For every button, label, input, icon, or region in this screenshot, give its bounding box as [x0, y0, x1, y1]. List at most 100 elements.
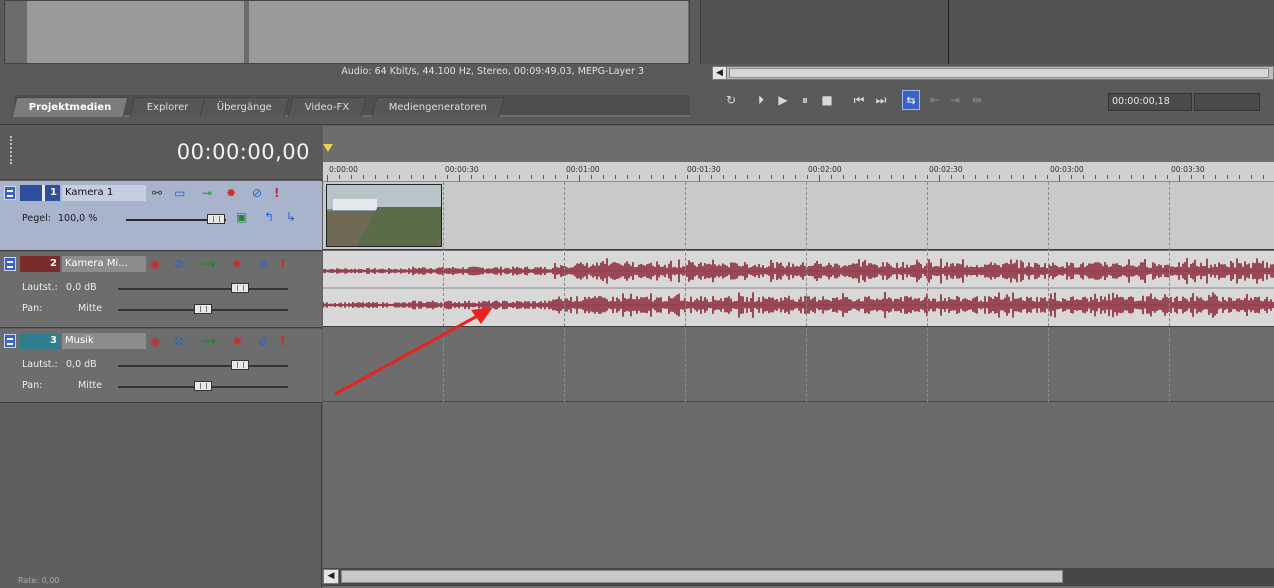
track-collapse-icon[interactable]	[4, 257, 16, 271]
volume-label: Lautst.:	[22, 282, 58, 293]
ruler-tick	[1215, 175, 1216, 179]
tab-explorer[interactable]: Explorer	[129, 97, 207, 117]
arm-record-icon[interactable]: ◉	[150, 255, 160, 273]
ruler-tick	[567, 175, 568, 179]
tab-video-fx[interactable]: Video-FX	[287, 97, 367, 117]
media-thumbnail[interactable]	[249, 1, 689, 63]
track-motion-icon[interactable]: ⊸	[202, 184, 212, 202]
play-from-start-icon[interactable]: ⏵	[752, 90, 770, 110]
volume-slider[interactable]	[118, 288, 288, 290]
track-icons-2: ▣ ↰ ↳	[236, 208, 316, 226]
scroll-left-arrow-icon[interactable]: ◀	[713, 67, 727, 79]
track-header-kamera-mikro[interactable]: 2 Kamera Mi... ◉ ⊘ ⊸▾ ✹ ⊘ ! Lautst.: 0,0…	[0, 252, 322, 328]
volume-slider-knob[interactable]	[231, 283, 250, 293]
ruler-tick	[867, 175, 868, 179]
pan-label: Pan:	[22, 380, 43, 391]
volume-slider[interactable]	[118, 365, 288, 367]
invert-phase-icon[interactable]: ⊘	[174, 255, 184, 273]
envelope-icon[interactable]: ⊸▾	[200, 332, 216, 350]
cursor-timecode[interactable]: 00:00:00,00	[177, 140, 310, 164]
ruler-tick	[783, 175, 784, 179]
mute-icon[interactable]: ⊘	[258, 255, 268, 273]
mask-icon[interactable]: ▭	[174, 184, 185, 202]
play-icon[interactable]: ▶	[774, 90, 792, 110]
video-track-lane[interactable]	[323, 182, 1274, 250]
track-number: 3	[20, 333, 60, 349]
level-slider-knob[interactable]	[207, 214, 225, 224]
ruler-tick	[771, 175, 772, 179]
ruler-tick	[327, 175, 328, 182]
ruler-tick	[603, 175, 604, 179]
timeline-empty-area[interactable]	[323, 403, 1274, 573]
ruler-tick	[423, 175, 424, 179]
scrollbar-thumb[interactable]	[341, 570, 1063, 583]
stop-icon[interactable]: ■	[818, 90, 836, 110]
media-thumbnail[interactable]	[27, 1, 245, 63]
audio-waveform[interactable]	[322, 251, 1274, 327]
scrollbar-thumb[interactable]	[729, 68, 1269, 78]
cursor-marker-icon[interactable]	[323, 144, 333, 152]
mute-icon[interactable]: ⊘	[252, 184, 262, 202]
child-icon[interactable]: ↳	[286, 208, 296, 226]
time-ruler[interactable]: 0:00:00 00:00:30 00:01:00 00:01:30 00:02…	[323, 162, 1274, 182]
track-collapse-icon[interactable]	[4, 334, 16, 348]
solo-icon[interactable]: !	[274, 184, 279, 202]
loop-playback-icon[interactable]: ↻	[722, 90, 740, 110]
loop-region-icon[interactable]: ⇆	[902, 90, 920, 110]
tab-mediengeneratoren[interactable]: Mediengeneratoren	[371, 97, 505, 117]
video-event-clip[interactable]	[326, 184, 442, 247]
audio-track-lane-musik[interactable]	[323, 328, 1274, 402]
track-number: 1	[20, 185, 60, 201]
arm-record-icon[interactable]: ◉	[150, 332, 160, 350]
prev-frame-icon[interactable]: ⇤	[926, 90, 944, 110]
ruler-tick	[987, 175, 988, 179]
envelope-icon[interactable]: ⊸▾	[200, 255, 216, 273]
pan-slider-knob[interactable]	[194, 304, 212, 314]
fx-icon[interactable]: ✹	[232, 255, 242, 273]
timeline-scrollbar[interactable]: ◀	[323, 568, 1274, 586]
track-header-kamera-1[interactable]: 1 Kamera 1 ⚯ ▭ ⊸ ✹ ⊘ ! Pegel: 100,0 % ▣ …	[0, 181, 322, 251]
mute-icon[interactable]: ⊘	[258, 332, 268, 350]
video-preview-window[interactable]	[700, 0, 1274, 64]
pan-label: Pan:	[22, 303, 43, 314]
volume-slider-knob[interactable]	[231, 360, 250, 370]
invert-phase-icon[interactable]: ⊘	[174, 332, 184, 350]
parent-icon[interactable]: ↰	[264, 208, 274, 226]
project-media-list[interactable]	[4, 0, 690, 64]
track-name[interactable]: Musik	[62, 333, 146, 349]
pan-slider-knob[interactable]	[194, 381, 212, 391]
track-name[interactable]: Kamera Mi...	[62, 256, 146, 272]
ruler-tick	[795, 175, 796, 179]
solo-icon[interactable]: !	[280, 332, 285, 350]
ruler-tick	[1155, 175, 1156, 179]
fx-icon[interactable]: ✹	[232, 332, 242, 350]
compositing-mode-icon[interactable]: ▣	[236, 208, 247, 226]
go-to-end-icon[interactable]: ⏭	[872, 90, 890, 110]
marker-icon[interactable]: ⇹	[968, 90, 986, 110]
drag-grip-icon[interactable]	[10, 136, 14, 164]
compositing-icon[interactable]: ⚯	[152, 184, 162, 202]
ruler-tick	[999, 175, 1000, 179]
scroll-left-arrow-icon[interactable]: ◀	[323, 569, 339, 584]
go-to-start-icon[interactable]: ⏮	[850, 90, 868, 110]
audio-track-lane-kamera-mikro[interactable]	[322, 251, 1274, 327]
ruler-tick	[687, 175, 688, 179]
ruler-tick	[891, 175, 892, 179]
ruler-tick	[435, 175, 436, 179]
track-collapse-icon[interactable]	[4, 186, 16, 200]
timeline-area[interactable]: 0:00:00 00:00:30 00:01:00 00:01:30 00:02…	[322, 126, 1274, 588]
pause-icon[interactable]: ⏸	[796, 90, 814, 110]
tab-uebergaenge[interactable]: Übergänge	[199, 97, 290, 117]
fx-icon[interactable]: ✹	[226, 184, 236, 202]
ruler-tick	[759, 175, 760, 179]
next-frame-icon[interactable]: ⇥	[946, 90, 964, 110]
ruler-tick	[1119, 175, 1120, 179]
tab-projektmedien[interactable]: Projektmedien	[11, 97, 129, 117]
preview-scrollbar[interactable]: ◀	[712, 66, 1274, 80]
ruler-tick	[483, 175, 484, 179]
ruler-tick	[915, 175, 916, 179]
grid-line	[1169, 182, 1170, 402]
track-name[interactable]: Kamera 1	[62, 185, 146, 201]
track-header-musik[interactable]: 3 Musik ◉ ⊘ ⊸▾ ✹ ⊘ ! Lautst.: 0,0 dB Pan…	[0, 329, 322, 403]
solo-icon[interactable]: !	[280, 255, 285, 273]
